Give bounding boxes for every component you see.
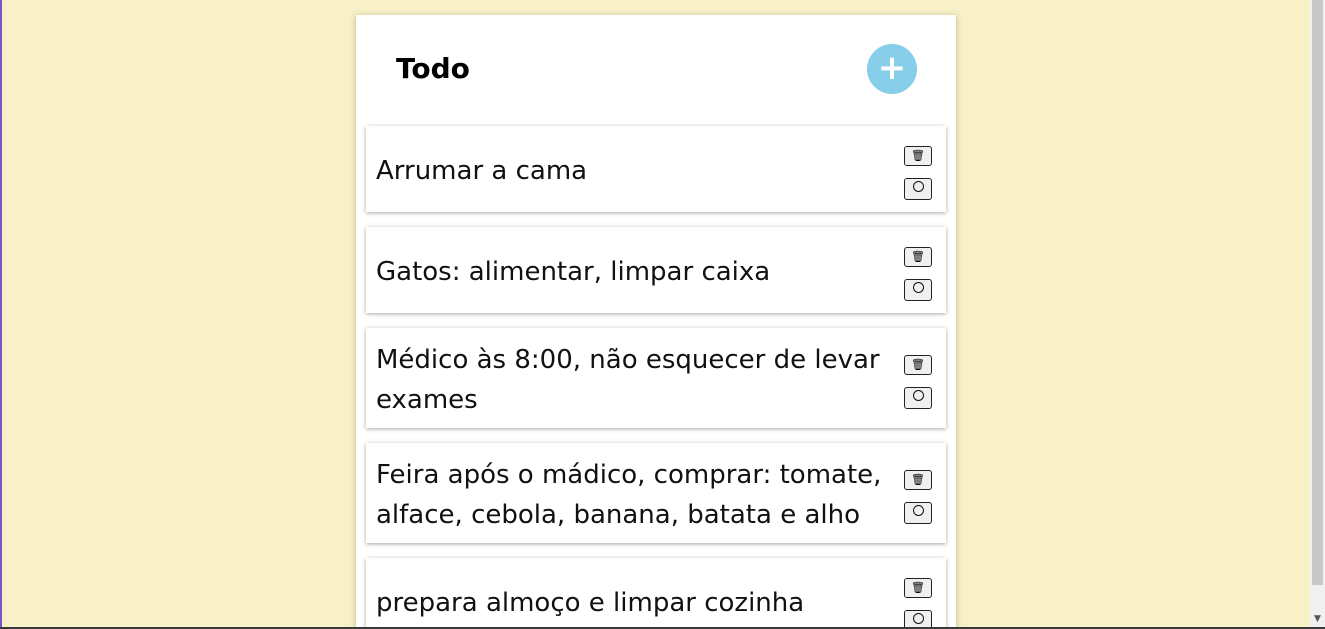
circle-icon <box>912 181 924 192</box>
delete-button[interactable]: 🗑 <box>904 355 932 375</box>
complete-button[interactable] <box>904 279 932 301</box>
trash-icon: 🗑 <box>911 250 925 263</box>
complete-button[interactable] <box>904 387 932 409</box>
todo-item: prepara almoço e limpar cozinha 🗑 <box>366 558 946 629</box>
complete-button[interactable] <box>904 502 932 524</box>
todo-text: Gatos: alimentar, limpar caixa <box>376 257 771 287</box>
todo-item: Feira após o mádico, comprar: tomate, al… <box>366 443 946 543</box>
circle-icon <box>912 505 924 516</box>
todo-item: Arrumar a cama 🗑 <box>366 126 946 212</box>
add-todo-button[interactable]: + <box>867 44 917 94</box>
trash-icon: 🗑 <box>911 149 925 162</box>
trash-icon: 🗑 <box>911 581 925 594</box>
window-edge <box>0 0 2 629</box>
delete-button[interactable]: 🗑 <box>904 146 932 166</box>
todo-text: prepara almoço e limpar cozinha <box>376 588 805 618</box>
delete-button[interactable]: 🗑 <box>904 578 932 598</box>
circle-icon <box>912 613 924 624</box>
todo-text: Médico às 8:00, não esquecer de levar ex… <box>376 345 880 415</box>
page-title: Todo <box>396 52 470 85</box>
todo-item: Médico às 8:00, não esquecer de levar ex… <box>366 328 946 428</box>
todo-text: Arrumar a cama <box>376 156 588 186</box>
delete-button[interactable]: 🗑 <box>904 247 932 267</box>
scrollbar-thumb[interactable] <box>1312 0 1323 585</box>
trash-icon: 🗑 <box>911 358 925 371</box>
todo-panel: Todo + Arrumar a cama 🗑 Gatos: alimentar… <box>356 15 956 629</box>
delete-button[interactable]: 🗑 <box>904 470 932 490</box>
complete-button[interactable] <box>904 178 932 200</box>
trash-icon: 🗑 <box>911 473 925 486</box>
panel-header: Todo + <box>356 15 956 125</box>
scroll-down-arrow-icon[interactable]: ▼ <box>1310 611 1325 627</box>
circle-icon <box>912 282 924 293</box>
circle-icon <box>912 390 924 401</box>
todo-text: Feira após o mádico, comprar: tomate, al… <box>376 460 882 530</box>
todo-item: Gatos: alimentar, limpar caixa 🗑 <box>366 227 946 313</box>
